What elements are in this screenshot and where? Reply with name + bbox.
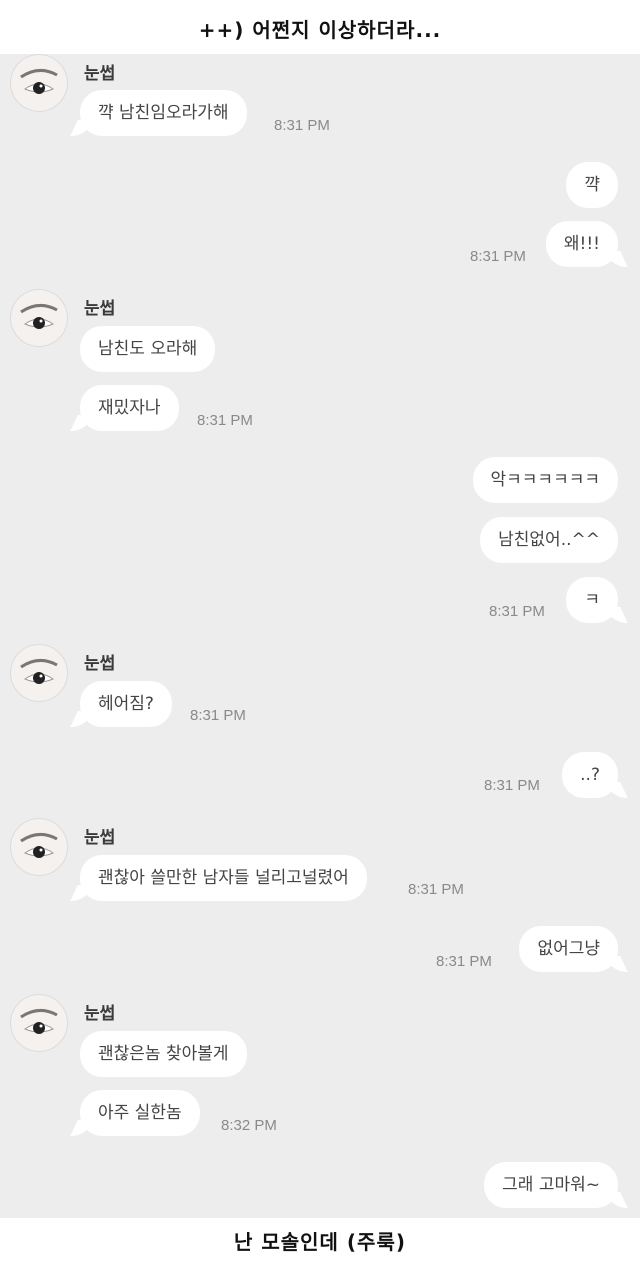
message-bubble[interactable]: 남친도 오라해 [80,326,216,372]
sender-name: 눈썹 [84,828,116,848]
message-timestamp: 8:31 PM [274,117,330,134]
message-timestamp: 8:32 PM [221,1117,277,1134]
message-bubble[interactable]: 괜찮은놈 찾아볼게 [80,1031,247,1077]
message-bubble[interactable]: 헤어짐? [80,681,172,727]
message-bubble[interactable]: 꺅 남친임오라가해 [80,90,247,136]
sender-name: 눈썹 [84,1004,116,1024]
message-bubble[interactable]: 없어그냥 [519,926,618,972]
top-caption: ++) 어쩐지 이상하더라... [198,18,442,42]
message-timestamp: 8:31 PM [484,777,540,794]
eye-avatar-icon[interactable] [11,290,67,346]
message-timestamp: 8:31 PM [470,248,526,265]
message-timestamp: 8:31 PM [197,412,253,429]
message-bubble[interactable]: 그래 고마워~ [484,1162,618,1208]
message-bubble[interactable]: 꺅 [566,162,618,208]
chat-area[interactable]: 눈썹 꺅 남친임오라가해 8:31 PM 꺅 왜!!! 8:31 PM 눈썹 남… [0,54,640,1218]
message-bubble[interactable]: 악ㅋㅋㅋㅋㅋㅋ [472,457,618,503]
sender-name: 눈썹 [84,299,116,319]
eye-avatar-icon[interactable] [11,645,67,701]
message-bubble[interactable]: 괜찮아 쓸만한 남자들 널리고널렸어 [80,855,367,901]
eye-avatar-icon[interactable] [11,819,67,875]
eye-avatar-icon[interactable] [11,995,67,1051]
message-bubble[interactable]: ㅋ [566,577,618,623]
sender-name: 눈썹 [84,654,116,674]
message-bubble[interactable]: ..? [562,752,618,798]
message-timestamp: 8:31 PM [190,707,246,724]
message-bubble[interactable]: 왜!!! [545,221,618,267]
message-timestamp: 8:31 PM [436,953,492,970]
message-bubble[interactable]: 아주 실한놈 [80,1090,200,1136]
eye-avatar-icon[interactable] [11,55,67,111]
message-bubble[interactable]: 남친없어..^^ [480,517,618,563]
message-bubble[interactable]: 재밌자나 [80,385,179,431]
bottom-caption: 난 모솔인데 (주룩) [233,1230,406,1254]
message-timestamp: 8:31 PM [489,603,545,620]
message-timestamp: 8:31 PM [408,881,464,898]
sender-name: 눈썹 [84,64,116,84]
